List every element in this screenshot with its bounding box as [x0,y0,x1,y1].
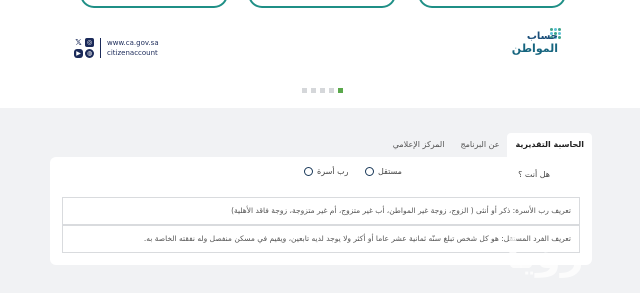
logo-text-line2: المواطن [511,42,558,55]
citizen-account-logo[interactable]: حساب المواطن [508,28,564,56]
instagram-icon[interactable]: ◎ [85,38,94,47]
radio-independent[interactable]: مستقل [365,167,402,176]
tab-estimator[interactable]: الحاسبة التقديرية [507,133,592,157]
radio-label: رب أسرة [317,167,349,176]
logo-text-line1: حساب [526,31,558,42]
pager-dot[interactable] [329,88,334,93]
x-icon[interactable]: 𝕏 [74,38,83,47]
question-label: هل أنت ؟ [518,170,550,179]
website-url[interactable]: www.ca.gov.sa [107,38,159,48]
service-card[interactable] [418,0,566,8]
divider [100,38,101,58]
pager-dot[interactable] [311,88,316,93]
pager-dot[interactable] [302,88,307,93]
tab-media-center[interactable]: المركز الإعلامي [385,133,453,157]
watermark-logo: رؤيا [506,232,584,278]
radio-circle-icon[interactable] [365,167,374,176]
youtube-icon[interactable]: ▶ [74,49,83,58]
social-handle[interactable]: citizenaccount [107,48,159,58]
pager-dot-active[interactable] [338,88,343,93]
definition-head-of-family: تعريف رب الأسرة: ذكر أو أنثى ( الزوج، زو… [62,197,580,225]
service-card[interactable] [80,0,228,8]
social-links: 𝕏 ◎ ▶ ◍ www.ca.gov.sa citizenaccount [74,38,159,58]
definition-independent: تعريف الفرد المستقل: هو كل شخص تبلغ سنّه… [62,225,580,253]
radio-head-of-family[interactable]: رب أسرة [304,167,348,176]
radio-circle-icon[interactable] [304,167,313,176]
pager-dot[interactable] [320,88,325,93]
globe-icon[interactable]: ◍ [85,49,94,58]
tab-bar: الحاسبة التقديرية عن البرنامج المركز الإ… [385,133,592,157]
carousel-pager [302,88,343,93]
radio-label: مستقل [378,167,402,176]
service-card[interactable] [248,0,396,8]
tab-about[interactable]: عن البرنامج [452,133,507,157]
banner: 𝕏 ◎ ▶ ◍ www.ca.gov.sa citizenaccount حسا… [0,0,640,108]
